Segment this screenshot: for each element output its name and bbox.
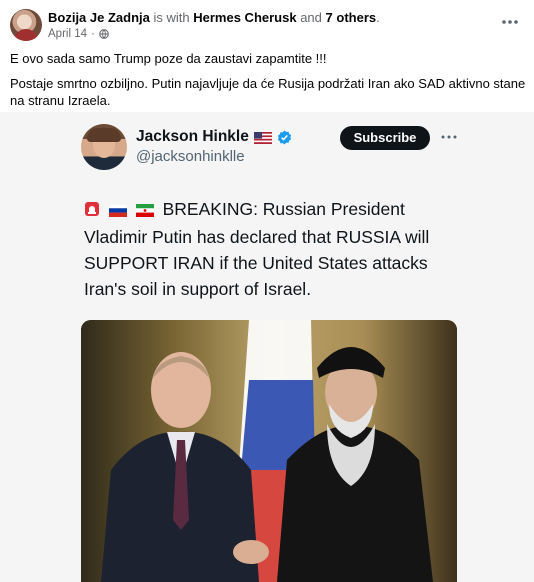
tweet-author-avatar [81, 124, 127, 170]
tweet-more-icon [440, 128, 458, 142]
more-horizontal-icon[interactable] [498, 12, 522, 32]
post-text-line-1: E ovo sada samo Trump poze da zaustavi z… [10, 51, 327, 66]
post-text-line-2: Postaje smrtno ozbiljno. Putin najavljuj… [10, 76, 526, 108]
period: . [376, 10, 380, 25]
globe-icon [98, 29, 109, 39]
tweet-body: BREAKING: Russian President Vladimir Put… [84, 196, 464, 302]
post-meta: April 14 · [48, 28, 109, 40]
author-avatar[interactable] [10, 9, 42, 41]
post-header: Bozija Je Zadnja is with Hermes Cherusk … [0, 0, 534, 46]
tweet-author-name: Jackson Hinkle [136, 128, 292, 146]
tweet-author-name-text: Jackson Hinkle [136, 128, 249, 145]
tweet-author-handle: @jacksonhinklle [136, 148, 245, 165]
verified-badge-icon [277, 129, 292, 145]
us-flag-icon [253, 131, 272, 144]
iran-flag-icon [135, 198, 154, 224]
russia-flag-icon [108, 198, 128, 224]
author-name[interactable]: Bozija Je Zadnja [48, 10, 150, 25]
others-link[interactable]: 7 others [326, 10, 377, 25]
tagged-user[interactable]: Hermes Cherusk [193, 10, 296, 25]
siren-emoji-icon [84, 198, 100, 224]
subscribe-button: Subscribe [340, 126, 430, 150]
post-author-line: Bozija Je Zadnja is with Hermes Cherusk … [48, 10, 380, 25]
and-text: and [300, 10, 322, 25]
post-text: E ovo sada samo Trump poze da zaustavi z… [10, 50, 526, 117]
tweet-photo [81, 320, 457, 582]
meta-separator: · [91, 28, 95, 40]
with-text: is with [153, 10, 190, 25]
post-date[interactable]: April 14 [48, 28, 87, 40]
photo-scene [81, 320, 457, 582]
